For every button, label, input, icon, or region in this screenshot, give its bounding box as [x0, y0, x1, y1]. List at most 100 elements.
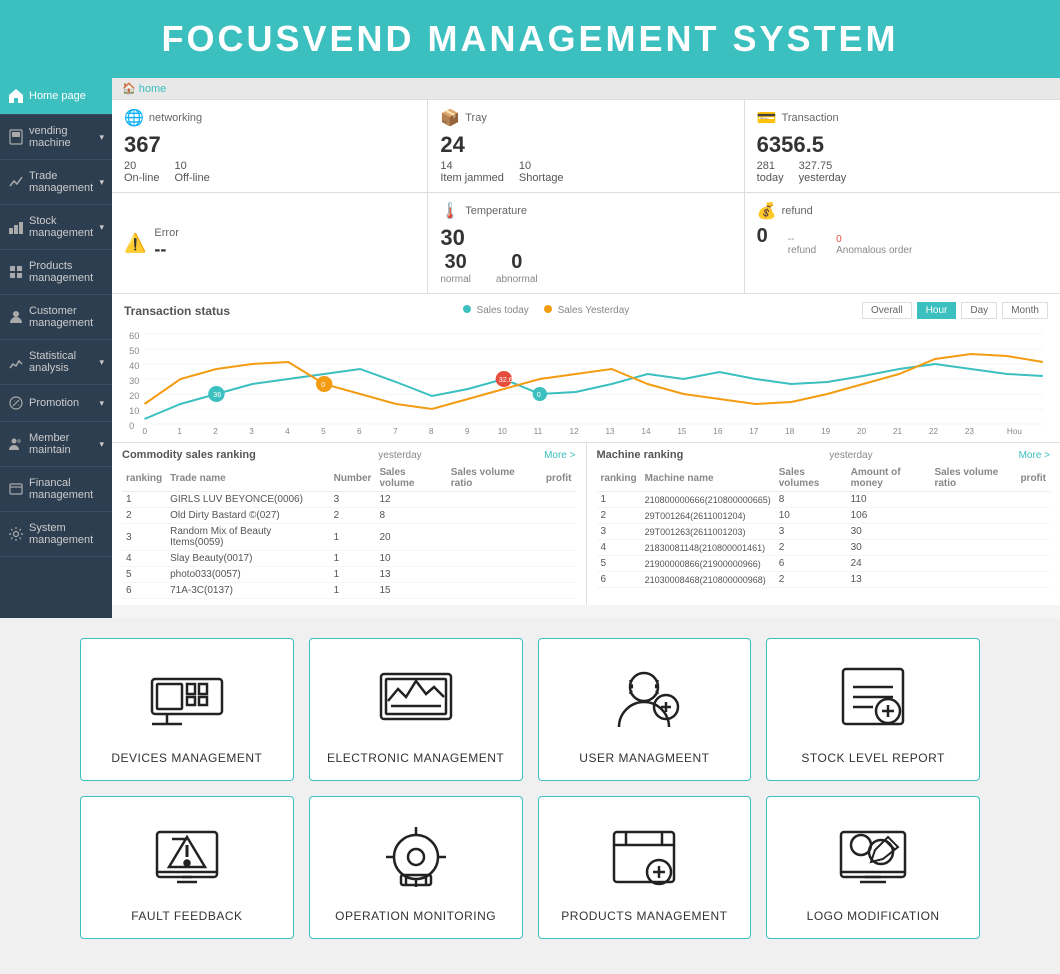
sidebar-item-finance[interactable]: Financal management — [0, 467, 112, 512]
networking-sub1-label: On-line — [124, 172, 159, 184]
transaction-big: 6356.5 — [757, 132, 824, 158]
tray-sub2-label: Shortage — [519, 172, 564, 184]
tab-month[interactable]: Month — [1002, 302, 1048, 319]
sidebar-item-stock[interactable]: Stock management ▾ — [0, 205, 112, 250]
sidebar-label-customer: Customer management — [29, 305, 104, 329]
finance-icon — [8, 481, 24, 497]
chart-title: Transaction status — [124, 304, 230, 318]
sidebar-item-member[interactable]: Member maintain ▾ — [0, 422, 112, 467]
machine-table-title: Machine ranking — [597, 449, 684, 461]
col-m-ranking: ranking — [597, 465, 641, 492]
sidebar-item-system[interactable]: System management — [0, 512, 112, 557]
shortcut-devices[interactable]: DEVICES MANAGEMENT — [80, 638, 294, 781]
sidebar-item-stats[interactable]: Statistical analysis ▾ — [0, 340, 112, 385]
tray-sub1-label: Item jammed — [440, 172, 504, 184]
tab-day[interactable]: Day — [961, 302, 997, 319]
col-number: Number — [330, 465, 376, 492]
refund-title: refund — [782, 205, 813, 217]
dashboard: 🏠 home 🌐 networking 367 20 On-line — [112, 78, 1060, 618]
networking-icon: 🌐 — [124, 108, 144, 128]
stat-temperature: 🌡️ Temperature 30 30 normal 0 abnormal — [428, 193, 743, 293]
breadcrumb-home-link[interactable]: home — [139, 83, 167, 95]
logo-mod-icon — [833, 817, 913, 897]
svg-text:20: 20 — [129, 391, 139, 401]
shortcuts-section: DEVICES MANAGEMENT ELECTRONIC MANAGEMENT — [0, 618, 1060, 974]
shortcut-fault[interactable]: FAULT FEEDBACK — [80, 796, 294, 939]
svg-text:2: 2 — [213, 427, 218, 434]
sidebar-label-home: Home page — [29, 90, 86, 102]
refund-icon: 💰 — [757, 201, 777, 221]
error-icon: ⚠️ — [124, 233, 146, 254]
svg-text:10: 10 — [498, 427, 508, 434]
svg-text:60: 60 — [129, 331, 139, 341]
temp-title: Temperature — [465, 205, 527, 217]
system-icon — [8, 526, 24, 542]
svg-text:4: 4 — [285, 427, 290, 434]
stat-tray: 📦 Tray 24 14 Item jammed 10 Shortage — [428, 100, 743, 192]
svg-text:15: 15 — [677, 427, 687, 434]
stats-grid-row1: 🌐 networking 367 20 On-line 10 Off-line — [112, 100, 1060, 193]
shortcut-stock[interactable]: STOCK LEVEL REPORT — [766, 638, 980, 781]
tab-overall[interactable]: Overall — [862, 302, 912, 319]
svg-text:21: 21 — [893, 427, 903, 434]
table-row: 671A-3C(0137)115 — [122, 583, 576, 599]
svg-text:22: 22 — [929, 427, 939, 434]
temp-icon: 🌡️ — [440, 201, 460, 221]
shortcut-user[interactable]: USER MANAGMEENT — [538, 638, 752, 781]
networking-sub2-val: 10 — [174, 160, 209, 172]
transaction-title: Transaction — [782, 112, 839, 124]
svg-text:18: 18 — [785, 427, 795, 434]
tray-title: Tray — [465, 112, 487, 124]
app-title: FOCUSVEND MANAGEMENT SYSTEM — [0, 18, 1060, 60]
refund-sub-val: -- — [788, 234, 816, 245]
stock-arrow-icon: ▾ — [99, 222, 104, 233]
sidebar-item-customer[interactable]: Customer management — [0, 295, 112, 340]
customer-icon — [8, 309, 24, 325]
shortcut-fault-label: FAULT FEEDBACK — [131, 909, 242, 923]
machine-table: ranking Machine name Sales volumes Amoun… — [597, 465, 1051, 588]
shortcut-logo-label: LOGO MODIFICATION — [807, 909, 940, 923]
tab-hour[interactable]: Hour — [917, 302, 957, 319]
commodity-yesterday: yesterday — [378, 450, 421, 461]
machine-more-link[interactable]: More > — [1019, 450, 1050, 461]
sidebar-item-vending[interactable]: vending machine ▾ — [0, 115, 112, 160]
sidebar-item-products[interactable]: Products management — [0, 250, 112, 295]
user-mgmt-icon — [604, 659, 684, 739]
promo-arrow-icon: ▾ — [99, 398, 104, 409]
commodity-more-link[interactable]: More > — [544, 450, 575, 461]
sidebar-label-finance: Financal management — [29, 477, 104, 501]
svg-text:13: 13 — [606, 427, 616, 434]
legend-yesterday-dot — [544, 305, 552, 313]
stock-icon — [8, 219, 24, 235]
shortcut-operation[interactable]: OPERATION MONITORING — [309, 796, 523, 939]
sidebar-item-promo[interactable]: Promotion ▾ — [0, 385, 112, 422]
shortcut-electronic-label: ELECTRONIC MANAGEMENT — [327, 751, 504, 765]
svg-text:5: 5 — [321, 427, 326, 434]
electronic-icon — [376, 659, 456, 739]
sidebar-label-stats: Statistical analysis — [29, 350, 99, 374]
table-row: 1GIRLS LUV BEYONCE(0006)312 — [122, 492, 576, 508]
svg-text:50: 50 — [129, 346, 139, 356]
svg-text:7: 7 — [393, 427, 398, 434]
commodity-table-title: Commodity sales ranking — [122, 449, 256, 461]
svg-text:3: 3 — [249, 427, 254, 434]
transaction-sub1-val: 281 — [757, 160, 784, 172]
sidebar-label-trade: Trade management — [29, 170, 99, 194]
operation-icon — [376, 817, 456, 897]
sidebar-item-home[interactable]: Home page — [0, 78, 112, 115]
svg-text:Hou: Hou — [1007, 427, 1022, 434]
temp-big: 30 — [440, 225, 464, 251]
shortcut-user-label: USER MANAGMEENT — [579, 751, 709, 765]
shortcuts-row2: FAULT FEEDBACK OPERATION MONITORING — [80, 796, 980, 939]
transaction-icon: 💳 — [757, 108, 777, 128]
sidebar: Home page vending machine ▾ Trade manage… — [0, 78, 112, 618]
tray-icon: 📦 — [440, 108, 460, 128]
error-title: Error — [154, 227, 178, 239]
sidebar-item-trade[interactable]: Trade management ▾ — [0, 160, 112, 205]
trade-arrow-icon: ▾ — [99, 177, 104, 188]
shortcut-products[interactable]: PRODUCTS MANAGEMENT — [538, 796, 752, 939]
shortcut-electronic[interactable]: ELECTRONIC MANAGEMENT — [309, 638, 523, 781]
shortcut-logo[interactable]: LOGO MODIFICATION — [766, 796, 980, 939]
table-row: 621030008468(210800000968)213 — [597, 572, 1051, 588]
svg-text:0: 0 — [142, 427, 147, 434]
